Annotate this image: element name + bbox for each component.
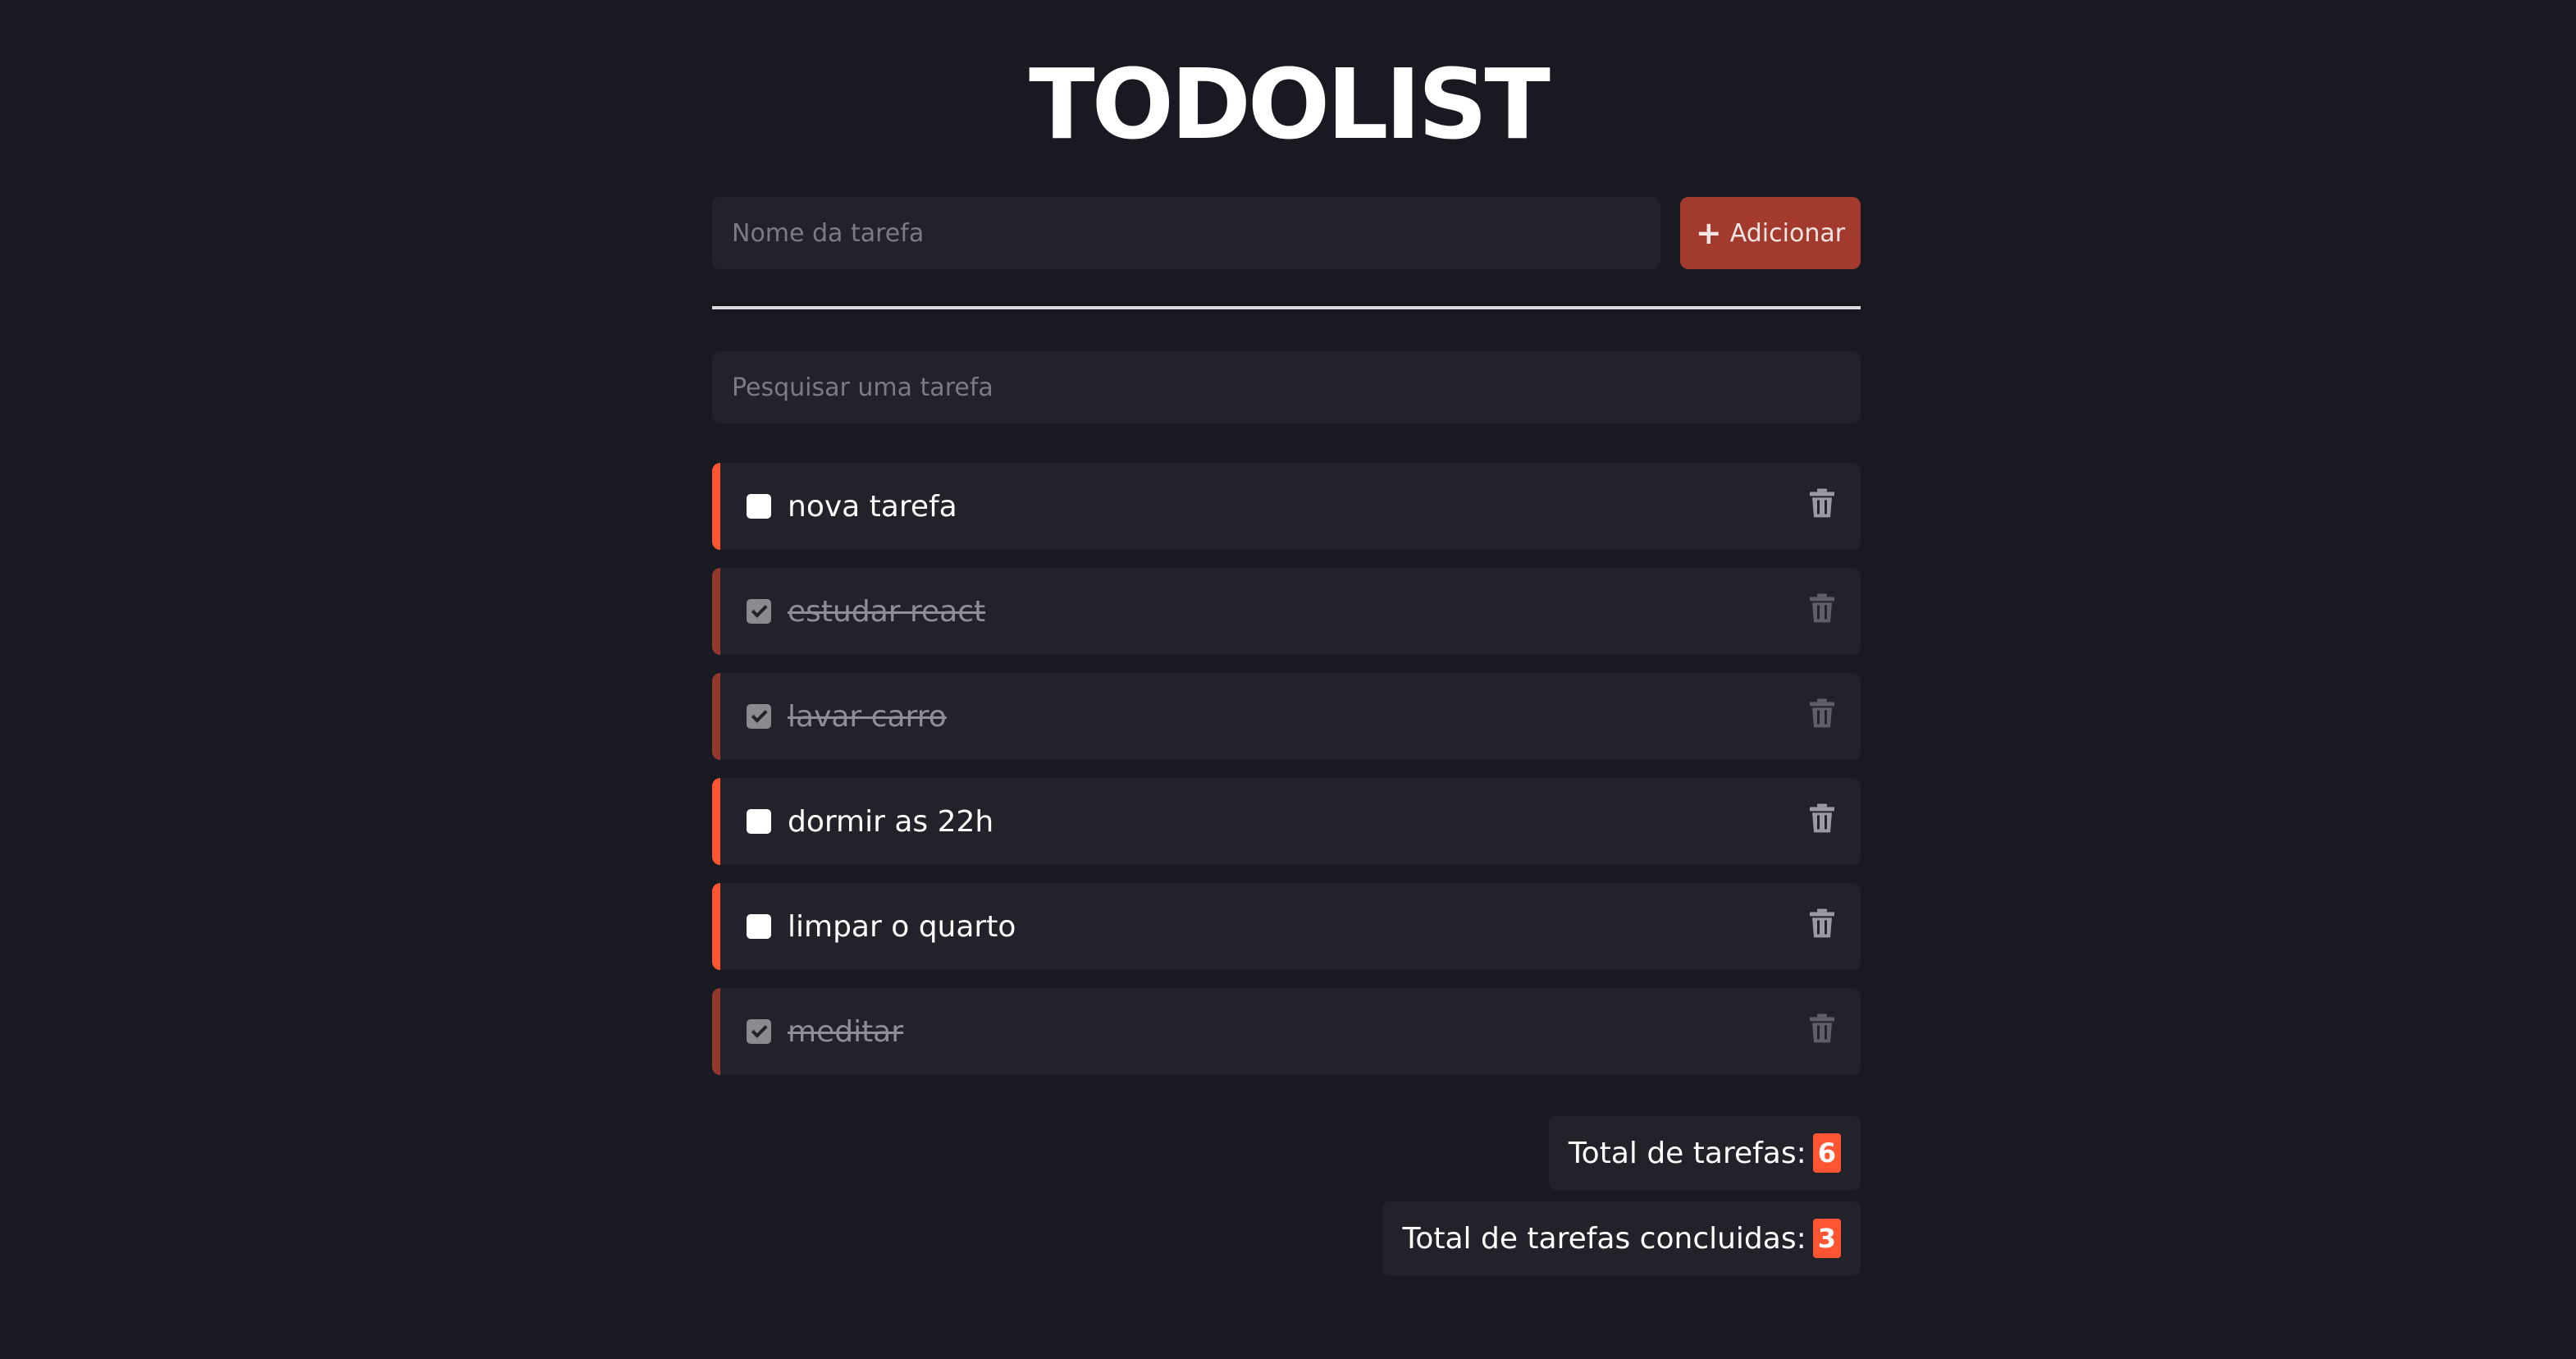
task-name-input[interactable]: [712, 197, 1660, 269]
total-done-badge: 3: [1812, 1219, 1841, 1258]
total-tasks-label: Total de tarefas:: [1568, 1136, 1806, 1170]
divider: [712, 306, 1861, 309]
task-item: limpar o quarto: [712, 883, 1861, 970]
trash-icon: [1810, 488, 1834, 518]
check-icon: [751, 706, 768, 723]
trash-icon: [1810, 908, 1834, 938]
total-tasks: Total de tarefas: 6: [1548, 1116, 1861, 1190]
task-checkbox[interactable]: [747, 1019, 771, 1044]
task-label: nova tarefa: [788, 489, 957, 524]
totals-panel: Total de tarefas: 6 Total de tarefas con…: [1382, 1116, 1861, 1275]
delete-task-button[interactable]: [1810, 488, 1834, 518]
trash-icon: [1810, 698, 1834, 728]
task-checkbox[interactable]: [747, 704, 771, 729]
add-button-label: Adicionar: [1729, 218, 1846, 248]
total-done-tasks: Total de tarefas concluidas: 3: [1382, 1201, 1861, 1275]
task-checkbox[interactable]: [747, 599, 771, 624]
task-checkbox[interactable]: [747, 809, 771, 834]
delete-task-button[interactable]: [1810, 698, 1834, 728]
page-title: TODOLIST: [1029, 48, 1551, 161]
delete-task-button[interactable]: [1810, 803, 1834, 833]
task-item: nova tarefa: [712, 463, 1861, 550]
task-label: estudar react: [788, 594, 986, 629]
search-input[interactable]: [712, 351, 1861, 423]
trash-icon: [1810, 1014, 1834, 1043]
delete-task-button[interactable]: [1810, 1014, 1834, 1043]
task-item: estudar react: [712, 568, 1861, 655]
task-label: dormir as 22h: [788, 804, 994, 839]
task-label: lavar carro: [788, 699, 947, 734]
task-item: meditar: [712, 988, 1861, 1075]
check-icon: [751, 1021, 768, 1038]
total-done-label: Total de tarefas concluidas:: [1402, 1221, 1806, 1256]
todo-app: TODOLIST + Adicionar nova tarefa estudar…: [0, 0, 2576, 1359]
add-task-button[interactable]: + Adicionar: [1680, 197, 1861, 269]
task-label: meditar: [788, 1014, 904, 1049]
delete-task-button[interactable]: [1810, 908, 1834, 938]
task-list: nova tarefa estudar react lavar carro do…: [712, 463, 1861, 1093]
trash-icon: [1810, 803, 1834, 833]
trash-icon: [1810, 593, 1834, 623]
task-checkbox[interactable]: [747, 494, 771, 519]
task-item: dormir as 22h: [712, 778, 1861, 865]
delete-task-button[interactable]: [1810, 593, 1834, 623]
add-task-form: + Adicionar: [712, 197, 1861, 269]
task-checkbox[interactable]: [747, 914, 771, 939]
check-icon: [751, 601, 768, 618]
task-label: limpar o quarto: [788, 909, 1016, 944]
plus-icon: +: [1695, 215, 1722, 251]
task-item: lavar carro: [712, 673, 1861, 760]
total-tasks-badge: 6: [1812, 1133, 1841, 1173]
